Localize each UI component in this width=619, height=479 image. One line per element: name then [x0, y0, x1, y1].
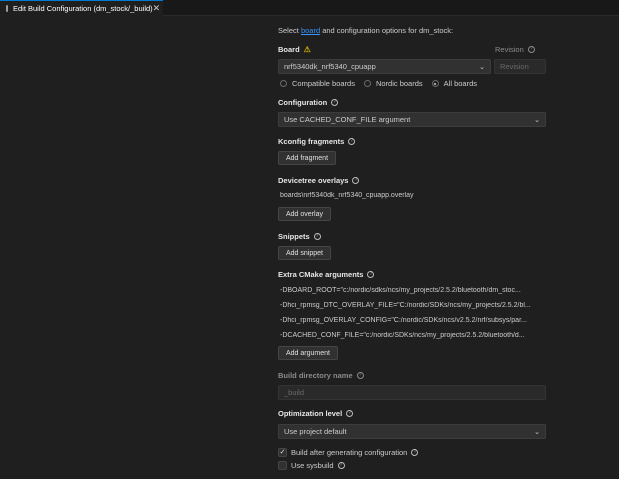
tab-title: Edit Build Configuration (dm_stock/_buil…: [13, 4, 153, 13]
board-link[interactable]: board: [301, 26, 320, 35]
intro-text: Select board and configuration options f…: [278, 26, 454, 35]
devicetree-label: Devicetree overlays?: [278, 176, 360, 185]
board-filter-radios: Compatible boards Nordic boards All boar…: [280, 79, 486, 88]
cmake-arg-item[interactable]: -Dhci_rpmsg_DTC_OVERLAY_FILE="C:/nordic/…: [280, 302, 548, 309]
snippets-label: Snippets?: [278, 232, 321, 241]
help-icon[interactable]: ?: [352, 177, 360, 184]
help-icon[interactable]: ?: [411, 449, 419, 456]
chevron-down-icon: ⌄: [534, 116, 540, 124]
checkbox-unchecked-icon[interactable]: [278, 461, 287, 470]
radio-dot: [363, 80, 371, 87]
help-icon[interactable]: ?: [331, 99, 339, 106]
radio-nordic-boards[interactable]: Nordic boards: [363, 79, 423, 88]
checkbox-checked-icon[interactable]: ✓: [278, 448, 287, 457]
cmake-arg-item[interactable]: -DBOARD_ROOT="c:/nordic/sdks/ncs/my_proj…: [280, 287, 548, 294]
board-label: Board ⚠: [278, 44, 311, 54]
build-directory-label: Build directory name?: [278, 371, 364, 380]
help-icon[interactable]: ?: [367, 271, 375, 278]
preview-icon: [6, 5, 8, 12]
board-dropdown[interactable]: nrf5340dk_nrf5340_cpuapp ⌄: [278, 59, 491, 74]
help-icon[interactable]: ?: [313, 233, 321, 240]
optimization-label: Optimization level?: [278, 409, 354, 418]
revision-label: Revision?: [495, 45, 535, 54]
revision-input[interactable]: Revision: [494, 59, 546, 74]
add-argument-button[interactable]: Add argument: [278, 346, 338, 360]
cmake-arg-item[interactable]: -DCACHED_CONF_FILE="c:/nordic/SDKs/ncs/m…: [280, 332, 548, 339]
configuration-dropdown[interactable]: Use CACHED_CONF_FILE argument ⌄: [278, 112, 546, 127]
tab-edit-build-configuration[interactable]: Edit Build Configuration (dm_stock/_buil…: [0, 0, 163, 16]
sysbuild-checkbox-row[interactable]: Use sysbuild ?: [278, 461, 345, 470]
help-icon[interactable]: ?: [346, 410, 354, 417]
chevron-down-icon: ⌄: [479, 63, 485, 71]
add-overlay-button[interactable]: Add overlay: [278, 207, 331, 221]
overlay-item[interactable]: boards\nrf5340dk_nrf5340_cpuapp.overlay: [280, 192, 548, 199]
radio-compatible-boards[interactable]: Compatible boards: [280, 79, 355, 88]
cmake-label: Extra CMake arguments?: [278, 270, 375, 279]
add-fragment-button[interactable]: Add fragment: [278, 151, 337, 165]
configuration-label: Configuration?: [278, 98, 339, 107]
radio-dot-selected: [431, 80, 439, 87]
tab-bar: Edit Build Configuration (dm_stock/_buil…: [0, 0, 619, 16]
radio-dot: [280, 80, 287, 87]
build-after-checkbox-row[interactable]: ✓ Build after generating configuration ?: [278, 448, 419, 457]
build-directory-input[interactable]: _build: [278, 385, 546, 400]
chevron-down-icon: ⌄: [534, 428, 540, 436]
optimization-dropdown[interactable]: Use project default ⌄: [278, 424, 546, 439]
help-icon[interactable]: ?: [337, 462, 345, 469]
close-icon[interactable]: ✕: [153, 4, 161, 13]
warning-icon: ⚠: [303, 44, 311, 54]
radio-all-boards[interactable]: All boards: [431, 79, 477, 88]
help-icon[interactable]: ?: [348, 138, 356, 145]
cmake-arg-item[interactable]: -Dhci_rpmsg_OVERLAY_CONFIG="C:/nordic/SD…: [280, 317, 548, 324]
add-snippet-button[interactable]: Add snippet: [278, 246, 331, 260]
help-icon[interactable]: ?: [356, 372, 364, 379]
kconfig-label: Kconfig fragments?: [278, 137, 356, 146]
help-icon[interactable]: ?: [527, 46, 535, 53]
